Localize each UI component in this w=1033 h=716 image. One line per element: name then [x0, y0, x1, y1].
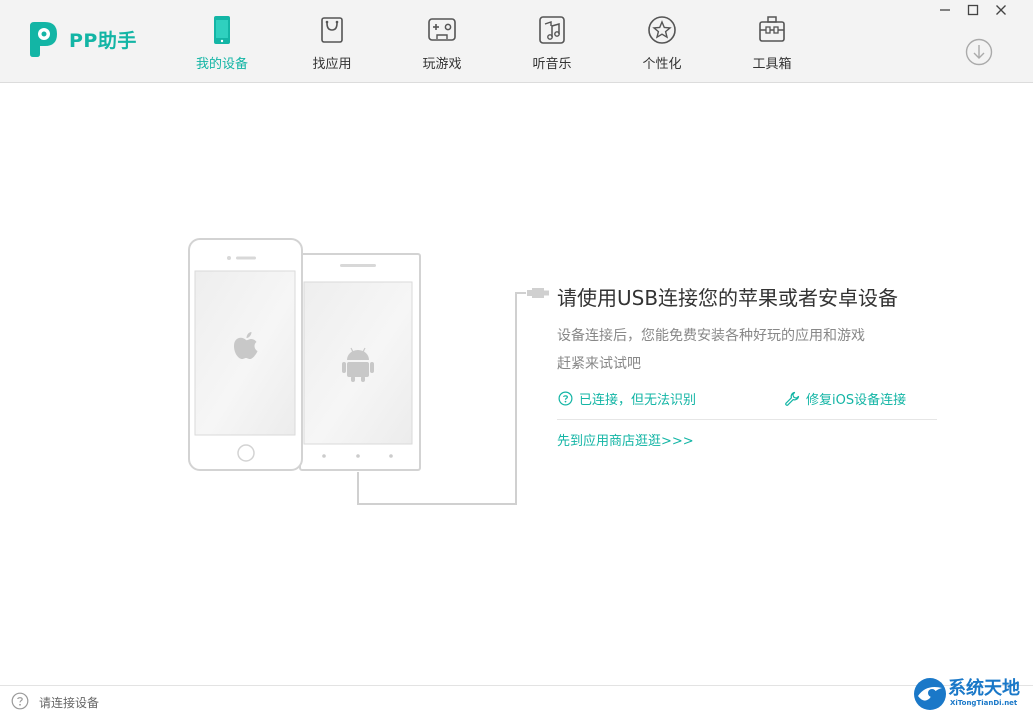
fix-ios-connection-link[interactable]: 修复iOS设备连接	[784, 389, 906, 408]
shopping-bag-icon	[321, 17, 343, 43]
help-circle-icon	[558, 391, 573, 406]
wrench-icon	[785, 391, 800, 406]
star-icon	[648, 16, 676, 44]
connected-not-recognized-label: 已连接，但无法识别	[579, 393, 697, 408]
connect-description-line2: 赶紧来试试吧	[557, 356, 641, 372]
top-toolbar: PP助手 我的设备 找应用 玩游戏 听音乐 个性化 工具箱	[0, 0, 1033, 83]
nav-item-games[interactable]: 玩游戏	[387, 0, 497, 82]
nav-label-my-device: 我的设备	[195, 57, 248, 72]
minimize-button[interactable]	[931, 2, 959, 18]
maximize-button[interactable]	[959, 2, 987, 18]
gamepad-icon	[428, 18, 456, 41]
nav-label-find-apps: 找应用	[312, 57, 352, 72]
connect-description-line1: 设备连接后，您能免费安装各种好玩的应用和游戏	[557, 328, 865, 344]
download-icon[interactable]	[965, 38, 993, 66]
music-note-icon	[539, 16, 565, 44]
fix-ios-connection-label: 修复iOS设备连接	[806, 393, 907, 408]
watermark-logo-icon	[914, 678, 946, 710]
connected-not-recognized-link[interactable]: 已连接，但无法识别	[558, 389, 696, 408]
go-to-app-store-link[interactable]: 先到应用商店逛逛>>>	[557, 430, 694, 449]
iphone-illustration	[188, 238, 303, 471]
nav-label-games: 玩游戏	[422, 57, 462, 72]
nav-item-my-device[interactable]: 我的设备	[167, 0, 277, 82]
toolbox-icon	[759, 16, 785, 42]
watermark-title: 系统天地	[948, 678, 1020, 699]
status-bar: 请连接设备	[0, 685, 1033, 716]
nav-item-personalize[interactable]: 个性化	[607, 0, 717, 82]
minimize-icon	[940, 9, 950, 11]
pp-logo-icon	[30, 22, 57, 57]
window-controls	[931, 2, 1015, 18]
site-watermark: 系统天地 XiTongTianDi.net	[912, 672, 1033, 716]
connect-instruction-title: 请使用USB连接您的苹果或者安卓设备	[557, 286, 899, 310]
help-icon[interactable]	[11, 692, 29, 710]
nav-label-toolbox: 工具箱	[752, 57, 792, 72]
divider	[557, 419, 937, 420]
nav-item-find-apps[interactable]: 找应用	[277, 0, 387, 82]
nav-label-personalize: 个性化	[642, 57, 682, 72]
app-logo[interactable]: PP助手	[25, 20, 137, 58]
device-connection-illustration	[188, 238, 526, 505]
maximize-icon	[967, 4, 979, 16]
status-text: 请连接设备	[39, 696, 100, 710]
android-phone-illustration	[299, 253, 421, 471]
app-logo-text: PP助手	[69, 29, 137, 52]
close-icon	[996, 5, 1006, 15]
close-button[interactable]	[987, 2, 1015, 18]
main-nav: 我的设备 找应用 玩游戏 听音乐 个性化 工具箱	[167, 0, 827, 82]
phone-icon	[214, 16, 230, 44]
nav-item-music[interactable]: 听音乐	[497, 0, 607, 82]
watermark-subtitle: XiTongTianDi.net	[950, 699, 1018, 707]
nav-label-music: 听音乐	[532, 57, 572, 72]
nav-item-toolbox[interactable]: 工具箱	[717, 0, 827, 82]
usb-plug-icon	[527, 288, 549, 298]
